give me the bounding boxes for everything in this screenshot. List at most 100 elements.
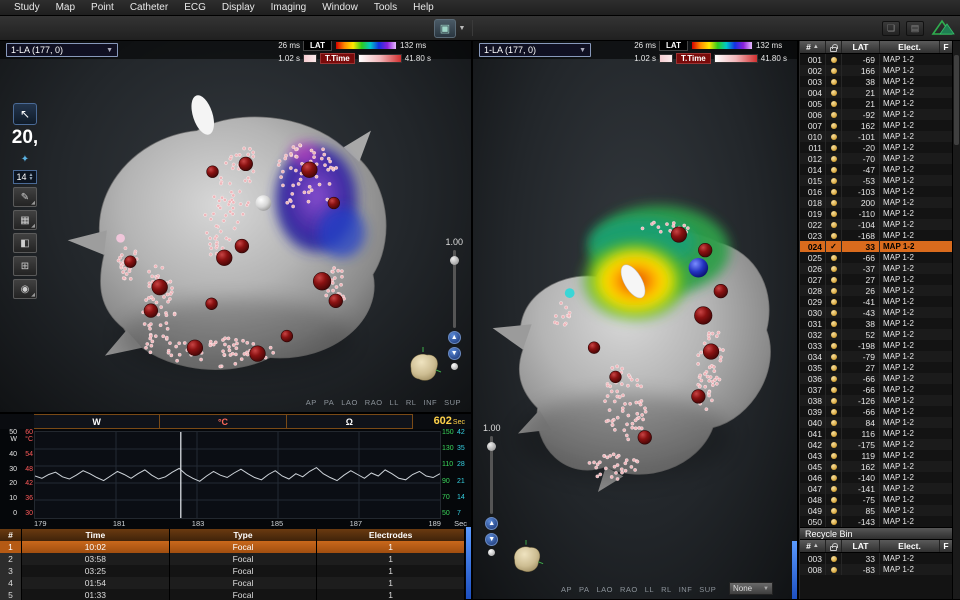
point-row[interactable]: 005 21 MAP 1-2 [800, 98, 952, 109]
mesh-tool-button[interactable]: ▦◢ [13, 210, 37, 230]
point-row[interactable]: 011 -20 MAP 1-2 [800, 142, 952, 153]
mid-view-scrollbar[interactable] [792, 541, 797, 599]
point-row[interactable]: 019 -110 MAP 1-2 [800, 208, 952, 219]
point-row[interactable]: 001 -69 MAP 1-2 [800, 54, 952, 65]
point-row[interactable]: 025 -66 MAP 1-2 [800, 252, 952, 263]
point-row[interactable]: 043 119 MAP 1-2 [800, 450, 952, 461]
fill-threshold-button[interactable]: ✦ [15, 151, 35, 167]
point-row[interactable]: 050 -143 MAP 1-2 [800, 516, 952, 527]
visibility-filter-dropdown[interactable]: None▼ [729, 582, 773, 595]
point-row[interactable]: 041 116 MAP 1-2 [800, 428, 952, 439]
orientation-label[interactable]: RAO [620, 585, 638, 594]
point-row[interactable]: 033 -198 MAP 1-2 [800, 340, 952, 351]
orientation-label[interactable]: INF [679, 585, 693, 594]
map-viewport-left[interactable]: 1-LA (177, 0)▼ 26 ms LAT 132 ms 1.02 s [0, 41, 471, 412]
fill-threshold-stepper[interactable]: 14▲▼ [13, 170, 37, 184]
menu-item[interactable]: Study [6, 2, 48, 13]
extra-column-header[interactable]: F [940, 540, 952, 552]
point-row[interactable]: 042 -175 MAP 1-2 [800, 439, 952, 450]
menu-item[interactable]: Map [48, 2, 83, 13]
orientation-label[interactable]: LL [645, 585, 654, 594]
point-row[interactable]: 018 200 MAP 1-2 [800, 197, 952, 208]
point-row[interactable]: 002 166 MAP 1-2 [800, 65, 952, 76]
lat-column-header[interactable]: LAT [842, 540, 880, 552]
menu-item[interactable]: Point [83, 2, 122, 13]
point-row[interactable]: 016 -103 MAP 1-2 [800, 186, 952, 197]
ablation-row[interactable]: 3 03:25 Focal 1 [0, 565, 465, 577]
snapshot-button[interactable]: ▣ [434, 19, 456, 38]
point-row[interactable]: 030 -43 MAP 1-2 [800, 307, 952, 318]
orientation-label[interactable]: RAO [365, 398, 383, 407]
point-row[interactable]: 034 -79 MAP 1-2 [800, 351, 952, 362]
point-row[interactable]: 012 -70 MAP 1-2 [800, 153, 952, 164]
map-selector-dropdown[interactable]: 1-LA (177, 0)▼ [6, 43, 118, 57]
orientation-label[interactable]: PA [324, 398, 334, 407]
point-row[interactable]: 014 -47 MAP 1-2 [800, 164, 952, 175]
orientation-label[interactable]: SUP [699, 585, 716, 594]
recycle-bin-header[interactable]: Recycle Bin [800, 527, 952, 540]
point-row[interactable]: 047 -141 MAP 1-2 [800, 483, 952, 494]
orientation-label[interactable]: PA [579, 585, 589, 594]
zoom-slider[interactable] [453, 250, 456, 328]
graph-plot-area[interactable] [35, 432, 440, 518]
point-row[interactable]: 040 84 MAP 1-2 [800, 417, 952, 428]
extra-column-header[interactable]: F [940, 41, 952, 53]
map-selector-dropdown[interactable]: 1-LA (177, 0)▼ [479, 43, 591, 57]
layers-tool-button[interactable]: ▤ [906, 21, 924, 36]
orientation-reference-heart[interactable] [403, 346, 443, 386]
point-row[interactable]: 028 26 MAP 1-2 [800, 285, 952, 296]
point-row[interactable]: 038 -126 MAP 1-2 [800, 395, 952, 406]
tag-tool-button[interactable]: ◉◢ [13, 279, 37, 299]
point-row[interactable]: 046 -140 MAP 1-2 [800, 472, 952, 483]
point-row[interactable]: 048 -75 MAP 1-2 [800, 494, 952, 505]
point-row[interactable]: 027 27 MAP 1-2 [800, 274, 952, 285]
lat-column-header[interactable]: LAT [842, 41, 880, 53]
ablation-table-scrollbar[interactable] [466, 527, 471, 599]
point-row[interactable]: 037 -66 MAP 1-2 [800, 384, 952, 395]
orientation-label[interactable]: SUP [444, 398, 461, 407]
menu-item[interactable]: Imaging [263, 2, 315, 13]
menu-item[interactable]: Catheter [122, 2, 176, 13]
ablation-row[interactable]: 2 03:58 Focal 1 [0, 553, 465, 565]
lock-column-header[interactable] [826, 540, 842, 552]
point-row[interactable]: 031 38 MAP 1-2 [800, 318, 952, 329]
zoom-reset-dot[interactable] [488, 549, 495, 556]
electrode-column-header[interactable]: Elect. [880, 540, 940, 552]
orientation-label[interactable]: AP [306, 398, 317, 407]
zoom-out-button[interactable]: ▼ [448, 347, 461, 360]
ablation-graph[interactable]: 50 W403020100 60 °C5448423630 [0, 429, 471, 519]
orientation-label[interactable]: AP [561, 585, 572, 594]
zoom-out-button[interactable]: ▼ [485, 533, 498, 546]
measure-tool-button[interactable]: ⊞ [13, 256, 37, 276]
heart-model-anterior[interactable] [11, 54, 461, 399]
points-list-scrollbar[interactable] [952, 41, 960, 599]
orientation-label[interactable]: INF [423, 398, 437, 407]
electrode-column-header[interactable]: Elect. [880, 41, 940, 53]
menu-item[interactable]: Display [214, 2, 263, 13]
point-row[interactable]: 035 27 MAP 1-2 [800, 362, 952, 373]
point-row[interactable]: 032 52 MAP 1-2 [800, 329, 952, 340]
point-row[interactable]: 023 -168 MAP 1-2 [800, 230, 952, 241]
point-row[interactable]: 004 21 MAP 1-2 [800, 87, 952, 98]
recycled-point-row[interactable]: 003 33 MAP 1-2 [800, 553, 952, 564]
orientation-label[interactable]: RL [406, 398, 417, 407]
zoom-in-button[interactable]: ▲ [485, 517, 498, 530]
menu-item[interactable]: ECG [176, 2, 214, 13]
window-tool-button[interactable]: ❏ [882, 21, 900, 36]
number-column-header[interactable]: #▲ [800, 41, 826, 53]
point-row[interactable]: 015 -53 MAP 1-2 [800, 175, 952, 186]
snapshot-dropdown-caret[interactable]: ▼ [457, 19, 467, 38]
ablation-row[interactable]: 1 10:02 Focal 1 [0, 541, 465, 553]
point-row[interactable]: 049 85 MAP 1-2 [800, 505, 952, 516]
point-row[interactable]: 024 33 MAP 1-2 [800, 241, 952, 252]
number-column-header[interactable]: #▲ [800, 540, 826, 552]
draw-tool-button[interactable]: ✎◢ [13, 187, 37, 207]
orientation-label[interactable]: RL [661, 585, 672, 594]
recycled-point-row[interactable]: 008 -83 MAP 1-2 [800, 564, 952, 575]
orientation-label[interactable]: LAO [341, 398, 358, 407]
zoom-slider[interactable] [490, 436, 493, 514]
heart-model-posterior[interactable] [479, 135, 791, 535]
orientation-label[interactable]: LL [390, 398, 399, 407]
point-row[interactable]: 006 -92 MAP 1-2 [800, 109, 952, 120]
orientation-label[interactable]: LAO [596, 585, 613, 594]
